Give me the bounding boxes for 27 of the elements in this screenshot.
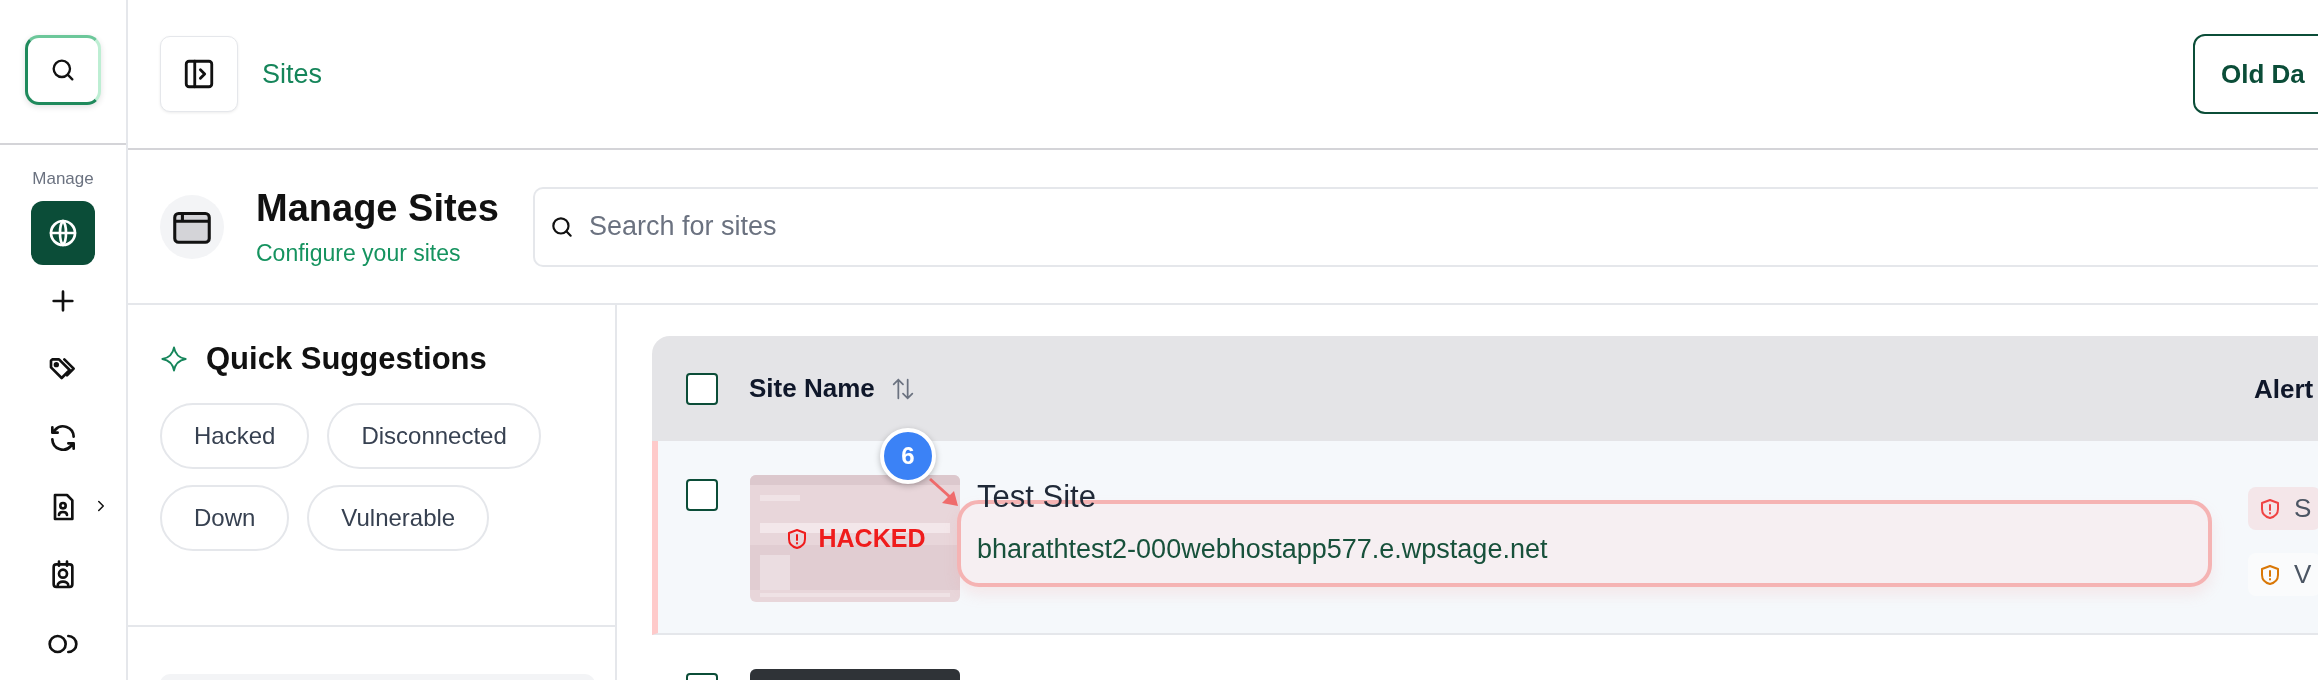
breadcrumb-link[interactable]: Sites — [262, 58, 323, 90]
alert-label: S — [2294, 493, 2312, 524]
checkbox[interactable] — [686, 479, 718, 511]
suggestion-chip[interactable]: Disconnected — [327, 403, 541, 469]
section-label: Manage — [31, 168, 95, 189]
column-header: Alert — [2254, 374, 2314, 405]
status-label: HACKED — [818, 524, 926, 553]
alert-pill[interactable]: V — [2248, 553, 2318, 596]
search-button[interactable] — [25, 35, 101, 105]
nav-item[interactable] — [31, 200, 95, 265]
alert-label: V — [2294, 559, 2312, 590]
suggestion-chip[interactable]: Down — [160, 485, 290, 551]
suggestion-chip[interactable]: Hacked — [160, 403, 310, 469]
shield-alert-icon — [2258, 562, 2282, 587]
column-header[interactable]: Site Name — [749, 373, 875, 404]
page-title: Manage Sites — [256, 186, 500, 232]
alert-pill[interactable]: S — [2248, 487, 2318, 530]
shield-alert-icon — [2258, 496, 2282, 521]
sidebar-toggle-icon — [182, 57, 216, 91]
old-dashboard-button[interactable]: Old Da — [2193, 34, 2318, 114]
sparkle-icon — [160, 344, 188, 374]
search-field[interactable]: Search for sites — [533, 186, 2318, 267]
checkbox[interactable] — [686, 372, 718, 405]
panel-title: Quick Suggestions — [206, 341, 487, 377]
page-subtitle: Configure your sites — [256, 239, 462, 267]
sidebar-toggle-button[interactable] — [160, 36, 238, 112]
suggestion-chip[interactable]: Vulnerable — [307, 485, 490, 551]
